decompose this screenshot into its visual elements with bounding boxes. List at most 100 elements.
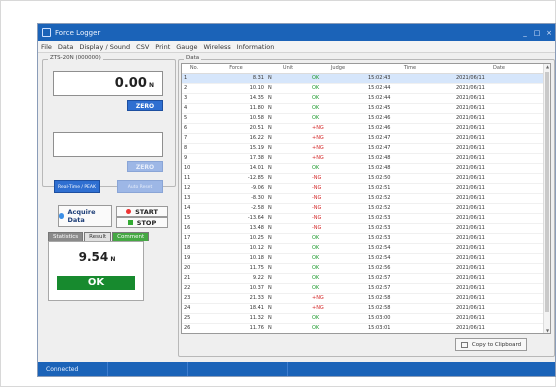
table-row[interactable]: 3 14.35 N OK 15:02:44 2021/06/11 [182, 93, 544, 104]
tab-statistics[interactable]: Statistics [48, 232, 84, 241]
minimize-button[interactable]: _ [519, 29, 531, 37]
status-cell [108, 362, 188, 376]
start-button[interactable]: START [116, 206, 168, 217]
tab-comment[interactable]: Comment [112, 232, 150, 241]
table-row[interactable]: 17 10.25 N OK 15:02:53 2021/06/11 [182, 233, 544, 244]
cell-force: 13.48 [206, 223, 266, 234]
cell-time: 15:02:57 [366, 283, 454, 294]
cell-force: -8.30 [206, 193, 266, 204]
table-row[interactable]: 19 10.18 N OK 15:02:54 2021/06/11 [182, 253, 544, 264]
status-bar: Connected [38, 362, 555, 376]
menu-print[interactable]: Print [155, 43, 170, 51]
column-header-time[interactable]: Time [366, 64, 454, 74]
cell-unit: N [266, 303, 310, 314]
column-header-force[interactable]: Force [206, 64, 266, 74]
cell-unit: N [266, 133, 310, 144]
table-row[interactable]: 25 11.32 N OK 15:03:00 2021/06/11 [182, 313, 544, 324]
maximize-button[interactable]: □ [531, 29, 543, 37]
menu-file[interactable]: File [41, 43, 52, 51]
menu-information[interactable]: Information [237, 43, 275, 51]
cell-judge: OK [310, 243, 366, 254]
tab-result[interactable]: Result [84, 232, 112, 241]
force-readout: 0.00 N [53, 71, 163, 96]
cell-time: 15:02:51 [366, 183, 454, 194]
copy-to-clipboard-button[interactable]: Copy to Clipboard [455, 338, 527, 351]
menu-gauge[interactable]: Gauge [176, 43, 197, 51]
menu-display-sound[interactable]: Display / Sound [79, 43, 130, 51]
table-row[interactable]: 12 -9.06 N -NG 15:02:51 2021/06/11 [182, 183, 544, 194]
cell-force: 17.38 [206, 153, 266, 164]
zero-button[interactable]: ZERO [127, 100, 163, 111]
cell-force: 10.12 [206, 243, 266, 254]
scroll-up-icon[interactable]: ▲ [544, 64, 550, 69]
cell-no: 22 [182, 283, 206, 294]
stop-button[interactable]: STOP [116, 217, 168, 228]
zero-button-secondary[interactable]: ZERO [127, 161, 163, 172]
cell-date: 2021/06/11 [454, 223, 544, 234]
table-row[interactable]: 10 14.01 N OK 15:02:48 2021/06/11 [182, 163, 544, 174]
table-row[interactable]: 14 -2.58 N -NG 15:02:52 2021/06/11 [182, 203, 544, 214]
table-row[interactable]: 15 -13.64 N -NG 15:02:53 2021/06/11 [182, 213, 544, 224]
data-table-container[interactable]: No. Force Unit Judge Time Date 1 8.31 N OK 1… [181, 63, 551, 334]
data-group-label: Data [184, 55, 202, 61]
app-window: Force Logger _ □ × File Data Display / S… [37, 23, 556, 377]
column-header-unit[interactable]: Unit [266, 64, 310, 74]
realtime-peak-button[interactable]: Real-Time / PEAK [54, 180, 100, 193]
table-row[interactable]: 23 21.33 N +NG 15:02:58 2021/06/11 [182, 293, 544, 304]
table-row[interactable]: 20 11.75 N OK 15:02:56 2021/06/11 [182, 263, 544, 274]
start-label: START [135, 207, 158, 216]
table-row[interactable]: 16 13.48 N -NG 15:02:53 2021/06/11 [182, 223, 544, 234]
column-header-judge[interactable]: Judge [310, 64, 366, 74]
cell-force: 8.31 [206, 73, 266, 84]
table-row[interactable]: 5 10.58 N OK 15:02:46 2021/06/11 [182, 113, 544, 124]
table-row[interactable]: 13 -8.30 N -NG 15:02:52 2021/06/11 [182, 193, 544, 204]
table-row[interactable]: 6 20.51 N +NG 15:02:46 2021/06/11 [182, 123, 544, 134]
cell-time: 15:02:56 [366, 263, 454, 274]
table-row[interactable]: 2 10.10 N OK 15:02:44 2021/06/11 [182, 83, 544, 94]
cell-judge: -NG [310, 203, 366, 214]
cell-unit: N [266, 123, 310, 134]
acquire-data-button[interactable]: Acquire Data [58, 205, 112, 227]
cell-date: 2021/06/11 [454, 303, 544, 314]
cell-time: 15:02:48 [366, 153, 454, 164]
cell-time: 15:02:46 [366, 123, 454, 134]
cell-time: 15:02:53 [366, 213, 454, 224]
menu-csv[interactable]: CSV [136, 43, 149, 51]
menu-wireless[interactable]: Wireless [204, 43, 231, 51]
cell-date: 2021/06/11 [454, 173, 544, 184]
cell-unit: N [266, 253, 310, 264]
cell-no: 10 [182, 163, 206, 174]
table-row[interactable]: 8 15.19 N +NG 15:02:47 2021/06/11 [182, 143, 544, 154]
scrollbar-thumb[interactable] [545, 72, 549, 312]
cell-no: 2 [182, 83, 206, 94]
column-header-no[interactable]: No. [182, 64, 206, 74]
table-row[interactable]: 1 8.31 N OK 15:02:43 2021/06/11 [182, 73, 544, 84]
cell-time: 15:02:50 [366, 173, 454, 184]
table-row[interactable]: 7 16.22 N +NG 15:02:47 2021/06/11 [182, 133, 544, 144]
table-row[interactable]: 21 9.22 N OK 15:02:57 2021/06/11 [182, 273, 544, 284]
cell-time: 15:02:48 [366, 163, 454, 174]
cell-unit: N [266, 183, 310, 194]
cell-date: 2021/06/11 [454, 143, 544, 154]
vertical-scrollbar[interactable]: ▲ ▼ [543, 64, 550, 333]
cell-time: 15:02:44 [366, 83, 454, 94]
table-row[interactable]: 22 10.37 N OK 15:02:57 2021/06/11 [182, 283, 544, 294]
table-row[interactable]: 26 11.76 N OK 15:03:01 2021/06/11 [182, 323, 544, 333]
table-row[interactable]: 24 18.41 N +NG 15:02:58 2021/06/11 [182, 303, 544, 314]
menu-data[interactable]: Data [58, 43, 74, 51]
close-button[interactable]: × [543, 29, 555, 37]
cell-judge: +NG [310, 143, 366, 154]
cell-unit: N [266, 103, 310, 114]
cell-unit: N [266, 73, 310, 84]
cell-force: 11.80 [206, 103, 266, 114]
column-header-date[interactable]: Date [454, 64, 544, 74]
auto-reset-button[interactable]: Auto Reset [117, 180, 163, 193]
cell-force: 14.35 [206, 93, 266, 104]
table-row[interactable]: 9 17.38 N +NG 15:02:48 2021/06/11 [182, 153, 544, 164]
table-row[interactable]: 4 11.80 N OK 15:02:45 2021/06/11 [182, 103, 544, 114]
scroll-down-icon[interactable]: ▼ [544, 328, 550, 333]
cell-no: 23 [182, 293, 206, 304]
table-row[interactable]: 11 -12.85 N -NG 15:02:50 2021/06/11 [182, 173, 544, 184]
cell-judge: OK [310, 253, 366, 264]
table-row[interactable]: 18 10.12 N OK 15:02:54 2021/06/11 [182, 243, 544, 254]
